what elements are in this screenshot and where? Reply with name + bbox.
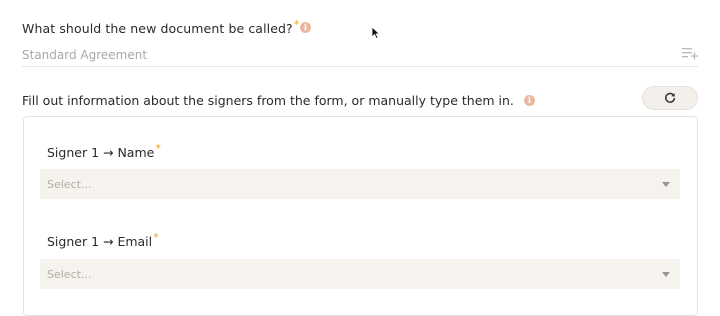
signer-1-email-select[interactable]: Select... [40,259,680,289]
required-marker: * [153,231,159,244]
signer-1-email-label-text: Signer 1 → Email [47,234,153,249]
chevron-down-icon [662,272,670,277]
mouse-cursor-icon [371,26,381,40]
required-marker: * [293,18,300,31]
document-name-question: What should the new document be called?*… [22,18,311,36]
required-marker: * [155,142,161,155]
info-icon[interactable]: i [300,22,311,33]
signers-instructions-text: Fill out information about the signers f… [22,93,514,108]
refresh-icon [665,92,676,103]
signers-instructions: Fill out information about the signers f… [22,93,535,108]
document-name-question-text: What should the new document be called? [22,21,293,36]
signer-1-email-label: Signer 1 → Email* [47,231,159,249]
signer-1-name-label: Signer 1 → Name* [47,142,161,160]
document-name-input[interactable] [22,44,698,67]
signer-1-name-select[interactable]: Select... [40,169,680,199]
list-add-icon[interactable] [682,46,698,60]
signer-1-name-label-text: Signer 1 → Name [47,145,155,160]
select-placeholder: Select... [47,178,92,191]
info-icon[interactable]: i [523,95,535,106]
chevron-down-icon [662,182,670,187]
refresh-button[interactable] [642,86,698,110]
select-placeholder: Select... [47,268,92,281]
